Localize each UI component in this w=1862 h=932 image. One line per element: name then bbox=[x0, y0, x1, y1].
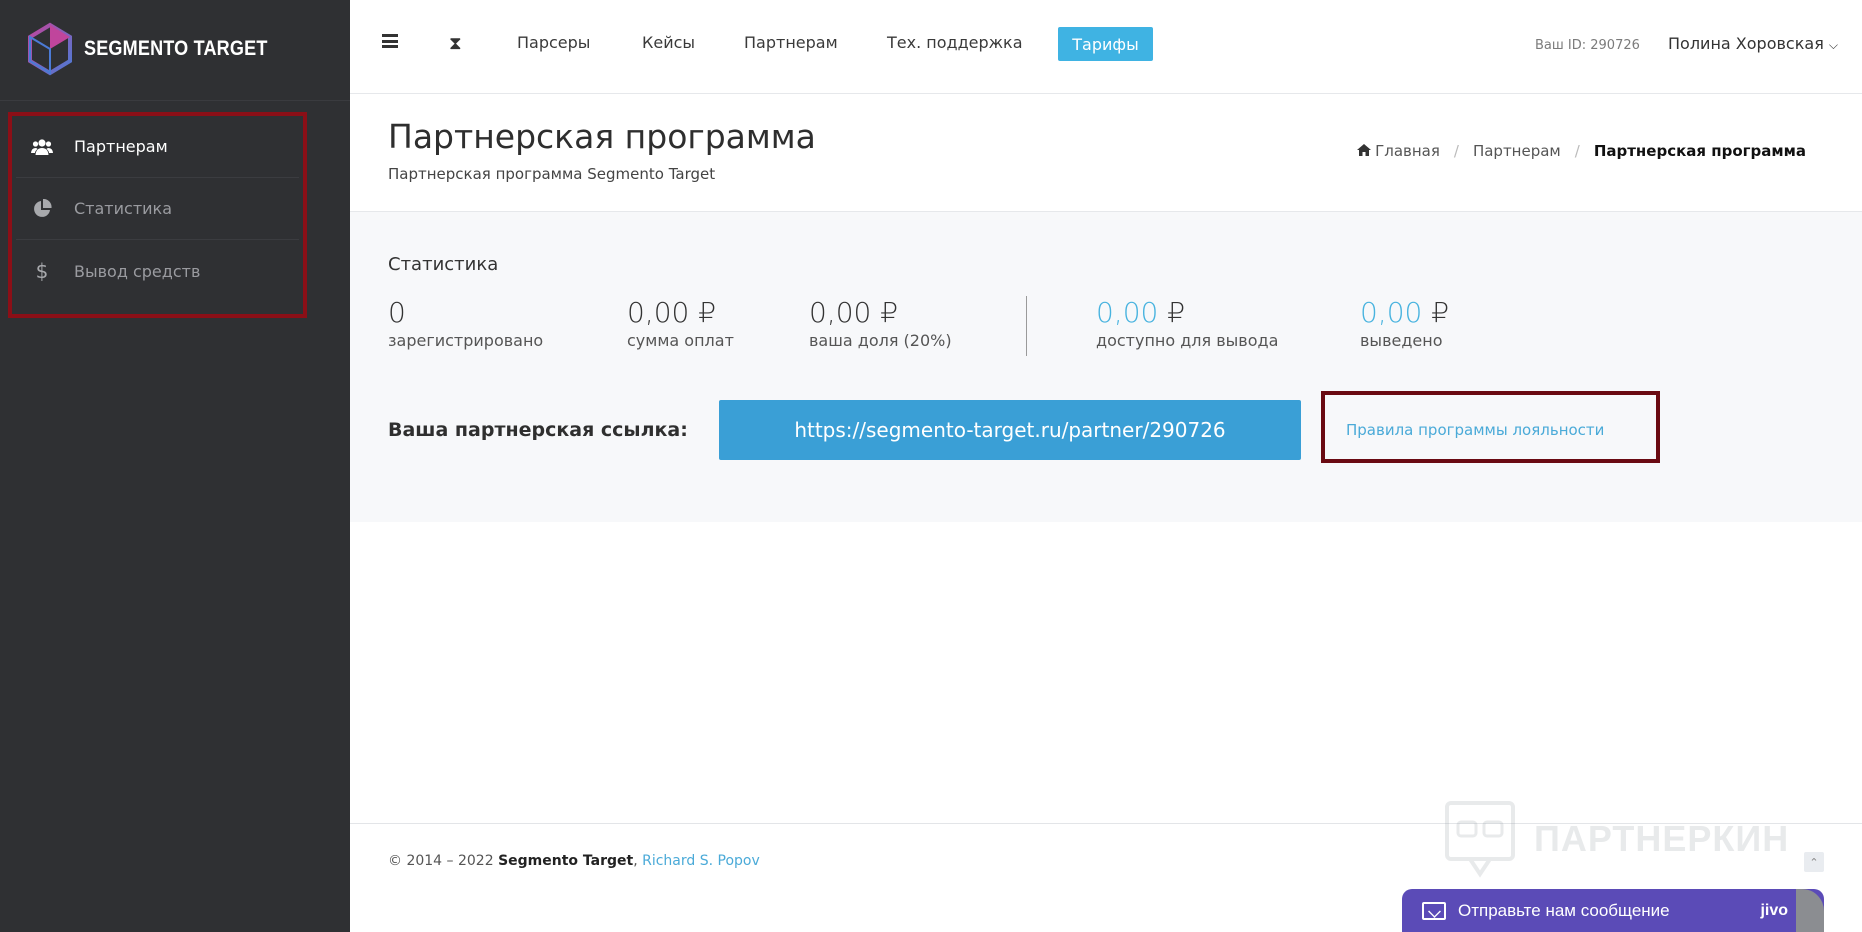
breadcrumb-separator: / bbox=[1453, 142, 1459, 160]
stat-your-share: 0,00 ₽ ваша доля (20%) bbox=[809, 296, 952, 350]
footer-copyright: © 2014 – 2022 bbox=[388, 853, 499, 869]
nav-cases[interactable]: Кейсы bbox=[642, 33, 695, 52]
chat-message: Отправьте нам сообщение bbox=[1458, 900, 1670, 920]
breadcrumb-home[interactable]: Главная bbox=[1375, 142, 1440, 160]
rules-highlight-box: Правила программы лояльности bbox=[1321, 391, 1660, 463]
breadcrumb-separator: / bbox=[1574, 142, 1580, 160]
sidebar-item-statistics[interactable]: Статистика bbox=[16, 178, 299, 240]
pie-chart-icon bbox=[30, 198, 54, 219]
stats-title: Статистика bbox=[388, 254, 499, 275]
logo-hexagon-icon bbox=[28, 22, 72, 76]
stat-registered: 0 зарегистрировано bbox=[388, 296, 543, 350]
stat-available: 0,00 ₽ доступно для вывода bbox=[1096, 296, 1278, 350]
footer-author-link[interactable]: Richard S. Popov bbox=[642, 853, 760, 869]
breadcrumb-partners[interactable]: Партнерам bbox=[1473, 142, 1561, 160]
sidebar-item-withdraw[interactable]: $ Вывод средств bbox=[16, 240, 299, 302]
mail-icon bbox=[1422, 901, 1446, 920]
stats-panel: Статистика 0 зарегистрировано 0,00 ₽ сум… bbox=[350, 212, 1862, 522]
menu-toggle-icon[interactable] bbox=[382, 34, 398, 48]
nav-partners[interactable]: Партнерам bbox=[744, 33, 838, 52]
user-name: Полина Хоровская bbox=[1668, 34, 1824, 53]
ruble-sign: ₽ bbox=[1431, 296, 1450, 329]
breadcrumb: Главная / Партнерам / Партнерская програ… bbox=[1357, 142, 1806, 160]
referral-link-button[interactable]: https://segmento-target.ru/partner/29072… bbox=[719, 400, 1301, 460]
stat-payments-sum: 0,00 ₽ сумма оплат bbox=[627, 296, 734, 350]
sidebar-divider bbox=[0, 100, 350, 101]
sidebar-item-label: Вывод средств bbox=[74, 261, 201, 281]
footer-company: Segmento Target bbox=[498, 853, 634, 869]
stat-value: 0,00 bbox=[627, 296, 690, 329]
stat-caption: зарегистрировано bbox=[388, 331, 544, 350]
page-title: Партнерская программа bbox=[388, 117, 816, 156]
home-icon bbox=[1357, 142, 1372, 160]
watermark-text: ПАРТНЕРКИН bbox=[1534, 818, 1790, 859]
sidebar-menu-highlight: Партнерам Статистика $ Вывод средств bbox=[8, 112, 307, 318]
ruble-sign: ₽ bbox=[880, 296, 899, 329]
user-id: Ваш ID: 290726 bbox=[1535, 38, 1640, 53]
stats-divider bbox=[1026, 296, 1027, 356]
stat-withdrawn: 0,00 ₽ выведено bbox=[1360, 296, 1449, 350]
chat-widget[interactable]: Отправьте нам сообщение jivo bbox=[1402, 889, 1824, 932]
chevron-down-icon: ⌵ bbox=[1828, 38, 1839, 52]
footer: © 2014 – 2022 Segmento Target, Richard S… bbox=[388, 853, 760, 869]
nav-support[interactable]: Тех. поддержка bbox=[887, 33, 1023, 52]
stat-value: 0 bbox=[388, 296, 406, 329]
stat-value: 0,00 bbox=[1096, 296, 1159, 329]
footer-separator: , bbox=[633, 853, 638, 869]
chat-brand: jivo bbox=[1760, 901, 1788, 919]
chat-corner bbox=[1796, 889, 1824, 932]
dollar-icon: $ bbox=[35, 259, 49, 283]
sidebar-item-label: Партнерам bbox=[74, 137, 168, 156]
stat-caption: ваша доля (20%) bbox=[809, 331, 952, 350]
scroll-top-button[interactable]: ⌃ bbox=[1804, 852, 1824, 872]
page-subtitle: Партнерская программа Segmento Target bbox=[388, 165, 716, 183]
stat-caption: сумма оплат bbox=[627, 331, 734, 350]
top-navbar: ⧗ Парсеры Кейсы Партнерам Тех. поддержка… bbox=[350, 0, 1862, 94]
brand-name: SEGMENTO TARGET bbox=[84, 37, 268, 60]
tariffs-button[interactable]: Тарифы bbox=[1058, 27, 1153, 61]
ruble-sign: ₽ bbox=[698, 296, 717, 329]
user-menu[interactable]: Полина Хоровская ⌵ bbox=[1668, 34, 1838, 53]
nav-parsers[interactable]: Парсеры bbox=[517, 33, 590, 52]
stat-caption: доступно для вывода bbox=[1096, 331, 1279, 350]
stat-value: 0,00 bbox=[809, 296, 872, 329]
stat-value: 0,00 bbox=[1360, 296, 1423, 329]
sidebar-item-partners[interactable]: Партнерам bbox=[16, 116, 299, 178]
breadcrumb-current: Партнерская программа bbox=[1593, 142, 1806, 160]
users-icon bbox=[30, 137, 54, 157]
watermark-logo-icon bbox=[1445, 801, 1515, 878]
brand-logo[interactable]: SEGMENTO TARGET bbox=[26, 22, 297, 76]
page-header: Партнерская программа Партнерская програ… bbox=[350, 95, 1862, 212]
sidebar-item-label: Статистика bbox=[74, 199, 172, 218]
referral-label: Ваша партнерская ссылка: bbox=[388, 419, 688, 441]
ruble-sign: ₽ bbox=[1167, 296, 1186, 329]
hourglass-icon[interactable]: ⧗ bbox=[449, 33, 462, 54]
loyalty-rules-link[interactable]: Правила программы лояльности bbox=[1346, 421, 1604, 439]
watermark: ПАРТНЕРКИН bbox=[1444, 800, 1789, 878]
chevron-up-icon: ⌃ bbox=[1809, 855, 1819, 869]
stat-caption: выведено bbox=[1360, 331, 1443, 350]
sidebar: SEGMENTO TARGET Партнерам Статистика $ В… bbox=[0, 0, 350, 932]
